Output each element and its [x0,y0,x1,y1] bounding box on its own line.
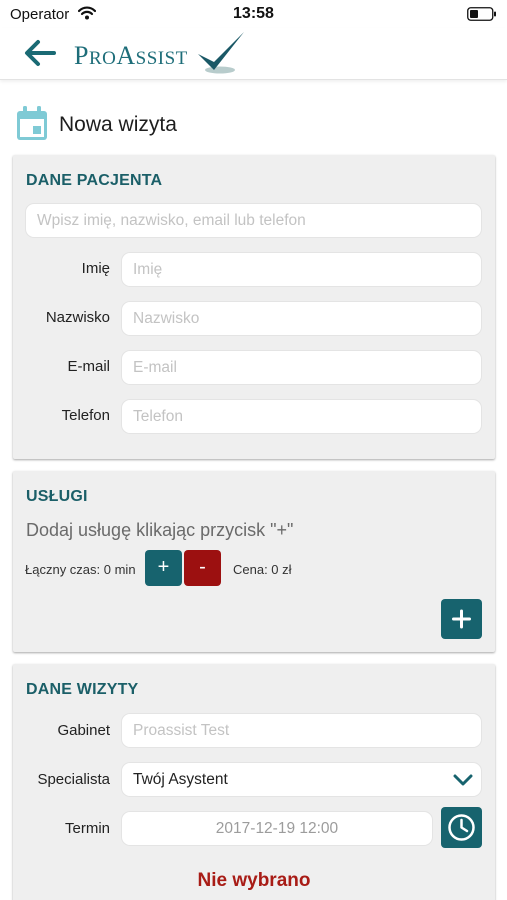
proassist-logo: PROASSIST [72,30,247,76]
term-status-text: Nie wybrano [197,870,311,891]
app-header: PROASSIST [0,28,507,80]
office-input[interactable]: Proassist Test [121,713,482,748]
services-hint: Dodaj usługę klikając przycisk "+" [26,520,294,540]
services-card: USŁUGI Dodaj usługę klikając przycisk "+… [13,471,495,652]
last-name-input[interactable]: Nazwisko [121,301,482,336]
first-name-input[interactable]: Imię [121,252,482,287]
specialist-value: Twój Asystent [133,771,228,788]
email-input[interactable]: E-mail [121,350,482,385]
term-input[interactable]: 2017-12-19 12:00 [121,811,433,846]
page-title-row: Nowa wizyta [16,105,486,141]
back-button[interactable] [22,38,58,68]
specialist-label: Specialista [37,771,110,788]
last-name-label: Nazwisko [45,309,110,326]
plus-icon [452,609,471,629]
specialist-select[interactable]: Twój Asystent [121,762,482,797]
patient-section-title: DANE PACJENTA [26,172,163,189]
price-label: Cena: 0 zł [233,562,292,577]
clock-icon [448,814,475,841]
chevron-down-icon [453,774,473,786]
patient-search-input[interactable]: Wpisz imię, nazwisko, email lub telefon [25,203,482,238]
battery-icon [467,7,496,21]
arrow-left-icon [25,40,56,66]
status-bar: Operator 13:58 [0,0,507,28]
phone-label: Telefon [61,407,110,424]
email-label: E-mail [67,358,110,375]
services-section-title: USŁUGI [26,488,88,505]
add-service-button[interactable] [441,599,482,639]
office-label: Gabinet [57,722,110,739]
decrease-time-button[interactable]: - [184,550,221,586]
calendar-icon [17,106,47,140]
logo-text: PROASSIST [74,41,188,70]
visit-section-title: DANE WIZYTY [26,681,139,698]
patient-data-card: DANE PACJENTA Wpisz imię, nazwisko, emai… [13,155,495,459]
visit-data-card: DANE WIZYTY Gabinet Proassist Test Speci… [13,664,495,900]
clock-time: 13:58 [233,5,274,22]
increase-time-button[interactable]: + [145,550,182,586]
page-title: Nowa wizyta [59,113,177,136]
first-name-label: Imię [81,260,110,277]
total-time-label: Łączny czas: 0 min [25,562,136,577]
pick-time-button[interactable] [441,807,482,848]
logo-checkmark-icon [198,32,244,74]
phone-input[interactable]: Telefon [121,399,482,434]
term-label: Termin [64,820,110,837]
